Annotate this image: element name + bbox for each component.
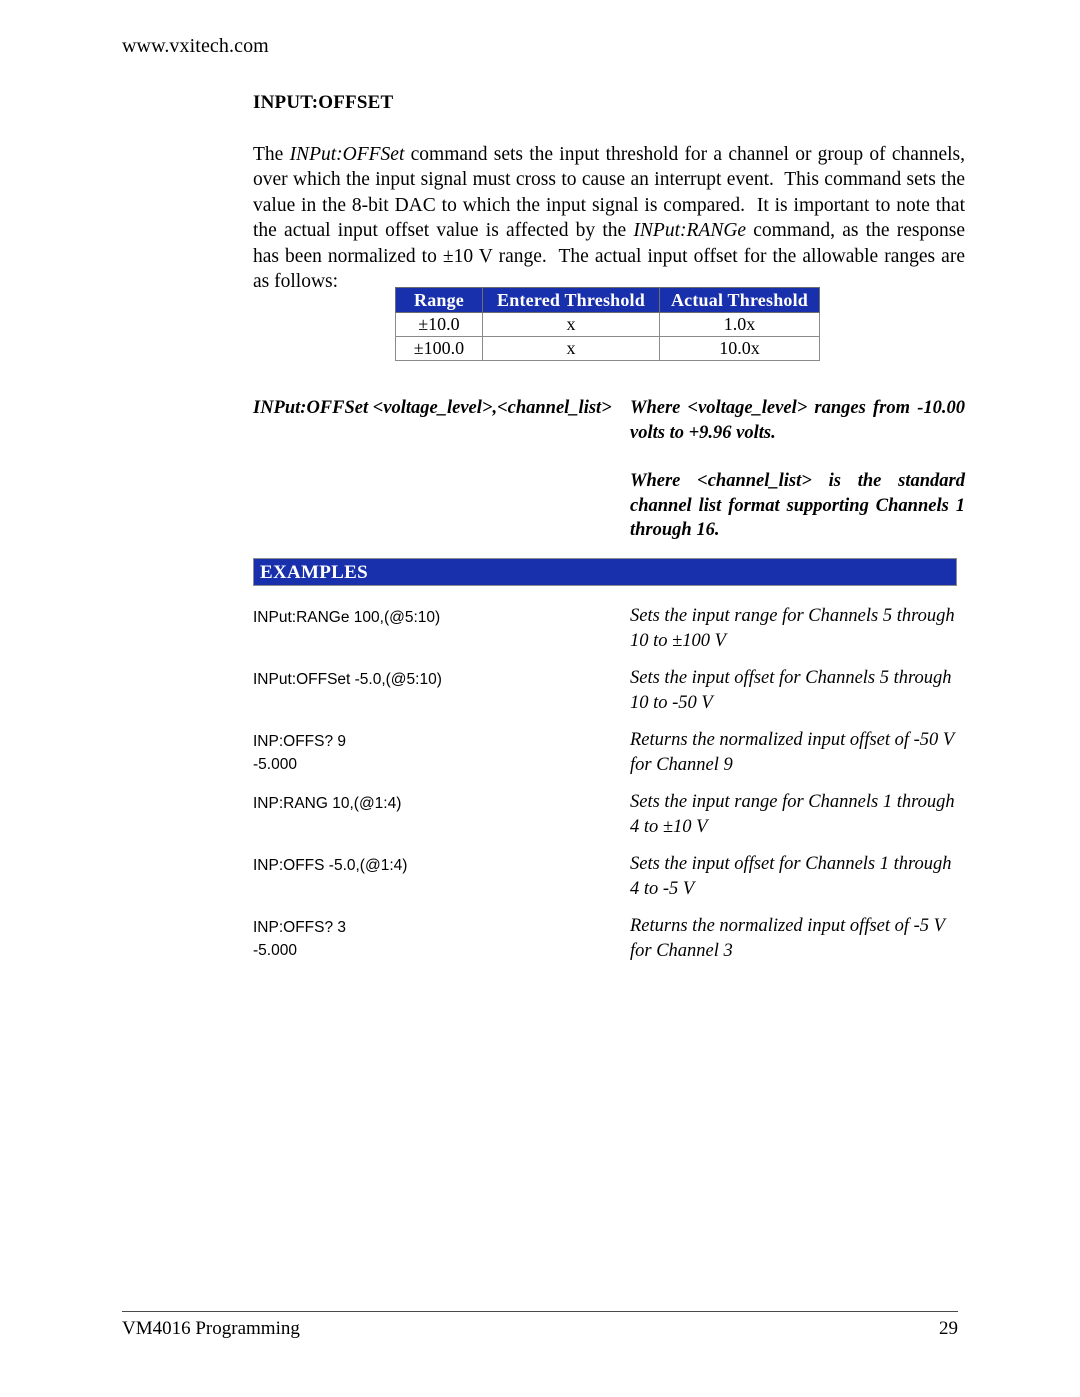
syntax-note-voltage-level: Where <voltage_level> ranges from -10.00… — [630, 398, 965, 443]
example-command: INPut:RANGe 100,(@5:10) — [253, 609, 441, 626]
table-header-row: Range Entered Threshold Actual Threshold — [395, 287, 820, 313]
example-command: INP:RANG 10,(@1:4) — [253, 795, 402, 812]
table-row: ±100.0 x 10.0x — [395, 336, 820, 361]
example-command: INP:OFFS -5.0,(@1:4) — [253, 857, 408, 874]
example-description: Sets the input offset for Channels 5 thr… — [630, 668, 952, 713]
example-item: INP:OFFS? 9 -5.000 Returns the normalize… — [253, 730, 965, 792]
example-command: INPut:OFFSet -5.0,(@5:10) — [253, 671, 442, 688]
example-description: Sets the input range for Channels 5 thro… — [630, 606, 955, 651]
table-column-header-entered-threshold: Entered Threshold — [482, 287, 660, 313]
example-description: Returns the normalized input offset of -… — [630, 916, 945, 961]
examples-banner-label: EXAMPLES — [260, 562, 368, 583]
table-column-header-range: Range — [395, 287, 483, 313]
table-cell-range: ±100.0 — [395, 336, 483, 361]
table-cell-actual-threshold: 1.0x — [659, 312, 820, 337]
example-item: INP:RANG 10,(@1:4) Sets the input range … — [253, 792, 965, 854]
example-item: INPut:RANGe 100,(@5:10) Sets the input r… — [253, 606, 965, 668]
example-command: INP:OFFS? 9 -5.000 — [253, 733, 347, 773]
table-cell-entered-threshold: x — [482, 336, 660, 361]
footer-divider — [122, 1311, 958, 1312]
footer-page-number: 29 — [939, 1318, 958, 1339]
syntax-note-channel-list: Where <channel_list> is the standard cha… — [630, 471, 965, 540]
example-description: Sets the input range for Channels 1 thro… — [630, 792, 955, 837]
example-item: INP:OFFS? 3 -5.000 Returns the normalize… — [253, 916, 965, 978]
table-column-header-actual-threshold: Actual Threshold — [659, 287, 820, 313]
example-command: INP:OFFS? 3 -5.000 — [253, 919, 347, 959]
example-item: INP:OFFS -5.0,(@1:4) Sets the input offs… — [253, 854, 965, 916]
table-cell-entered-threshold: x — [482, 312, 660, 337]
table-row: ±10.0 x 1.0x — [395, 312, 820, 337]
table-cell-actual-threshold: 10.0x — [659, 336, 820, 361]
range-threshold-table: Range Entered Threshold Actual Threshold… — [395, 287, 820, 361]
examples-list: INPut:RANGe 100,(@5:10) Sets the input r… — [253, 606, 965, 978]
table-cell-range: ±10.0 — [395, 312, 483, 337]
examples-banner: EXAMPLES — [253, 558, 957, 586]
example-item: INPut:OFFSet -5.0,(@5:10) Sets the input… — [253, 668, 965, 730]
command-syntax-notes: Where <voltage_level> ranges from -10.00… — [630, 396, 965, 543]
example-description: Returns the normalized input offset of -… — [630, 730, 954, 775]
running-header-url: www.vxitech.com — [122, 35, 269, 57]
command-syntax-signature: INPut:OFFSet <voltage_level>,<channel_li… — [253, 398, 612, 418]
section-heading: INPUT:OFFSET — [253, 92, 394, 113]
section-body-paragraph: The INPut:OFFSet command sets the input … — [253, 144, 965, 293]
footer-document-title: VM4016 Programming — [122, 1318, 300, 1339]
example-description: Sets the input offset for Channels 1 thr… — [630, 854, 952, 899]
document-page: www.vxitech.com INPUT:OFFSET The INPut:O… — [0, 0, 1080, 1397]
